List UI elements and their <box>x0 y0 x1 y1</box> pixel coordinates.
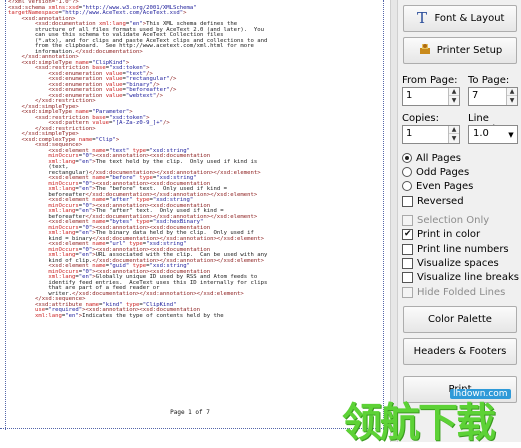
print-options-panel: T Font & Layout Printer Setup From Page:… <box>398 0 521 442</box>
svg-text:T: T <box>417 10 427 24</box>
radio-label: Odd Pages <box>416 166 470 178</box>
copies-label: Copies: <box>402 113 439 124</box>
to-page-spinner[interactable]: 7 ▲ ▼ <box>468 87 518 106</box>
line-spacing-value: 1.0 <box>473 128 489 139</box>
checkbox-visualize-line-breaks[interactable]: Visualize line breaks <box>402 270 519 284</box>
spin-down-icon[interactable]: ▼ <box>507 96 517 104</box>
radio-even-pages[interactable]: Even Pages <box>402 179 473 193</box>
radio-indicator <box>402 181 412 191</box>
color-palette-label: Color Palette <box>428 314 492 325</box>
from-page-value: 1 <box>406 90 413 101</box>
splitter[interactable] <box>390 0 398 442</box>
radio-label: Even Pages <box>416 180 474 192</box>
page-number: Page 1 of 7 <box>170 409 210 416</box>
checkbox-indicator <box>402 286 413 298</box>
code-line: xml:lang="en">Indicates the type of cont… <box>34 312 224 319</box>
checkbox-indicator <box>402 195 413 207</box>
copies-value: 1 <box>406 128 413 139</box>
print-preview-pane: <?xml version="1.0"?> <xsd:schema xmlns:x… <box>0 0 390 442</box>
checkbox-indicator <box>402 243 413 255</box>
spin-down-icon[interactable]: ▼ <box>449 134 459 142</box>
radio-indicator <box>402 167 412 177</box>
checkbox-label: Print in color <box>417 228 481 240</box>
font-t-icon: T <box>416 9 430 27</box>
color-palette-button[interactable]: Color Palette <box>403 306 517 333</box>
copies-spinner[interactable]: 1 ▲ ▼ <box>402 125 460 144</box>
radio-all-pages[interactable]: All Pages <box>402 151 461 165</box>
printer-setup-label: Printer Setup <box>436 45 503 56</box>
radio-label: All Pages <box>416 152 461 164</box>
checkbox-visualize-spaces[interactable]: Visualize spaces <box>402 256 499 270</box>
checkbox-indicator <box>402 214 413 226</box>
checkbox-indicator <box>402 257 413 269</box>
radio-odd-pages[interactable]: Odd Pages <box>402 165 469 179</box>
print-label: Print <box>448 384 472 395</box>
checkbox-reversed[interactable]: Reversed <box>402 194 464 208</box>
font-layout-button[interactable]: T Font & Layout <box>403 5 517 32</box>
print-button[interactable]: Print <box>403 376 517 403</box>
spin-up-icon[interactable]: ▲ <box>449 126 459 134</box>
from-page-spinner[interactable]: 1 ▲ ▼ <box>402 87 460 106</box>
to-page-value: 7 <box>472 90 479 101</box>
checkbox-hide-folded-lines: Hide Folded Lines <box>402 285 505 299</box>
checkbox-label: Visualize line breaks <box>417 271 519 283</box>
checkbox-label: Print line numbers <box>417 243 509 255</box>
font-layout-label: Font & Layout <box>434 13 505 24</box>
checkbox-indicator <box>402 271 413 283</box>
from-page-label: From Page: <box>402 75 458 86</box>
headers-footers-button[interactable]: Headers & Footers <box>403 338 517 365</box>
checkbox-label: Visualize spaces <box>417 257 499 269</box>
preview-code-text: <?xml version="1.0"?> <xsd:schema xmlns:x… <box>8 0 380 408</box>
page-margin-right <box>383 0 384 430</box>
line-spacing-select[interactable]: 1.0 ▼ <box>468 125 518 144</box>
checkbox-print-line-numbers[interactable]: Print line numbers <box>402 242 509 256</box>
checkbox-print-in-color[interactable]: Print in color <box>402 227 480 241</box>
spin-up-icon[interactable]: ▲ <box>449 88 459 96</box>
checkbox-label: Hide Folded Lines <box>417 286 506 298</box>
checkbox-label: Reversed <box>417 195 464 207</box>
checkbox-indicator <box>402 228 413 240</box>
printer-setup-icon <box>418 42 432 59</box>
spin-down-icon[interactable]: ▼ <box>449 96 459 104</box>
page-margin-bottom <box>0 428 390 429</box>
spin-up-icon[interactable]: ▲ <box>507 88 517 96</box>
to-page-label: To Page: <box>468 75 510 86</box>
headers-footers-label: Headers & Footers <box>413 346 507 357</box>
checkbox-label: Selection Only <box>417 214 490 226</box>
printer-setup-button[interactable]: Printer Setup <box>403 37 517 64</box>
radio-indicator <box>402 153 412 163</box>
page-margin-left <box>5 0 6 430</box>
checkbox-selection-only: Selection Only <box>402 213 489 227</box>
chevron-down-icon: ▼ <box>508 130 514 139</box>
